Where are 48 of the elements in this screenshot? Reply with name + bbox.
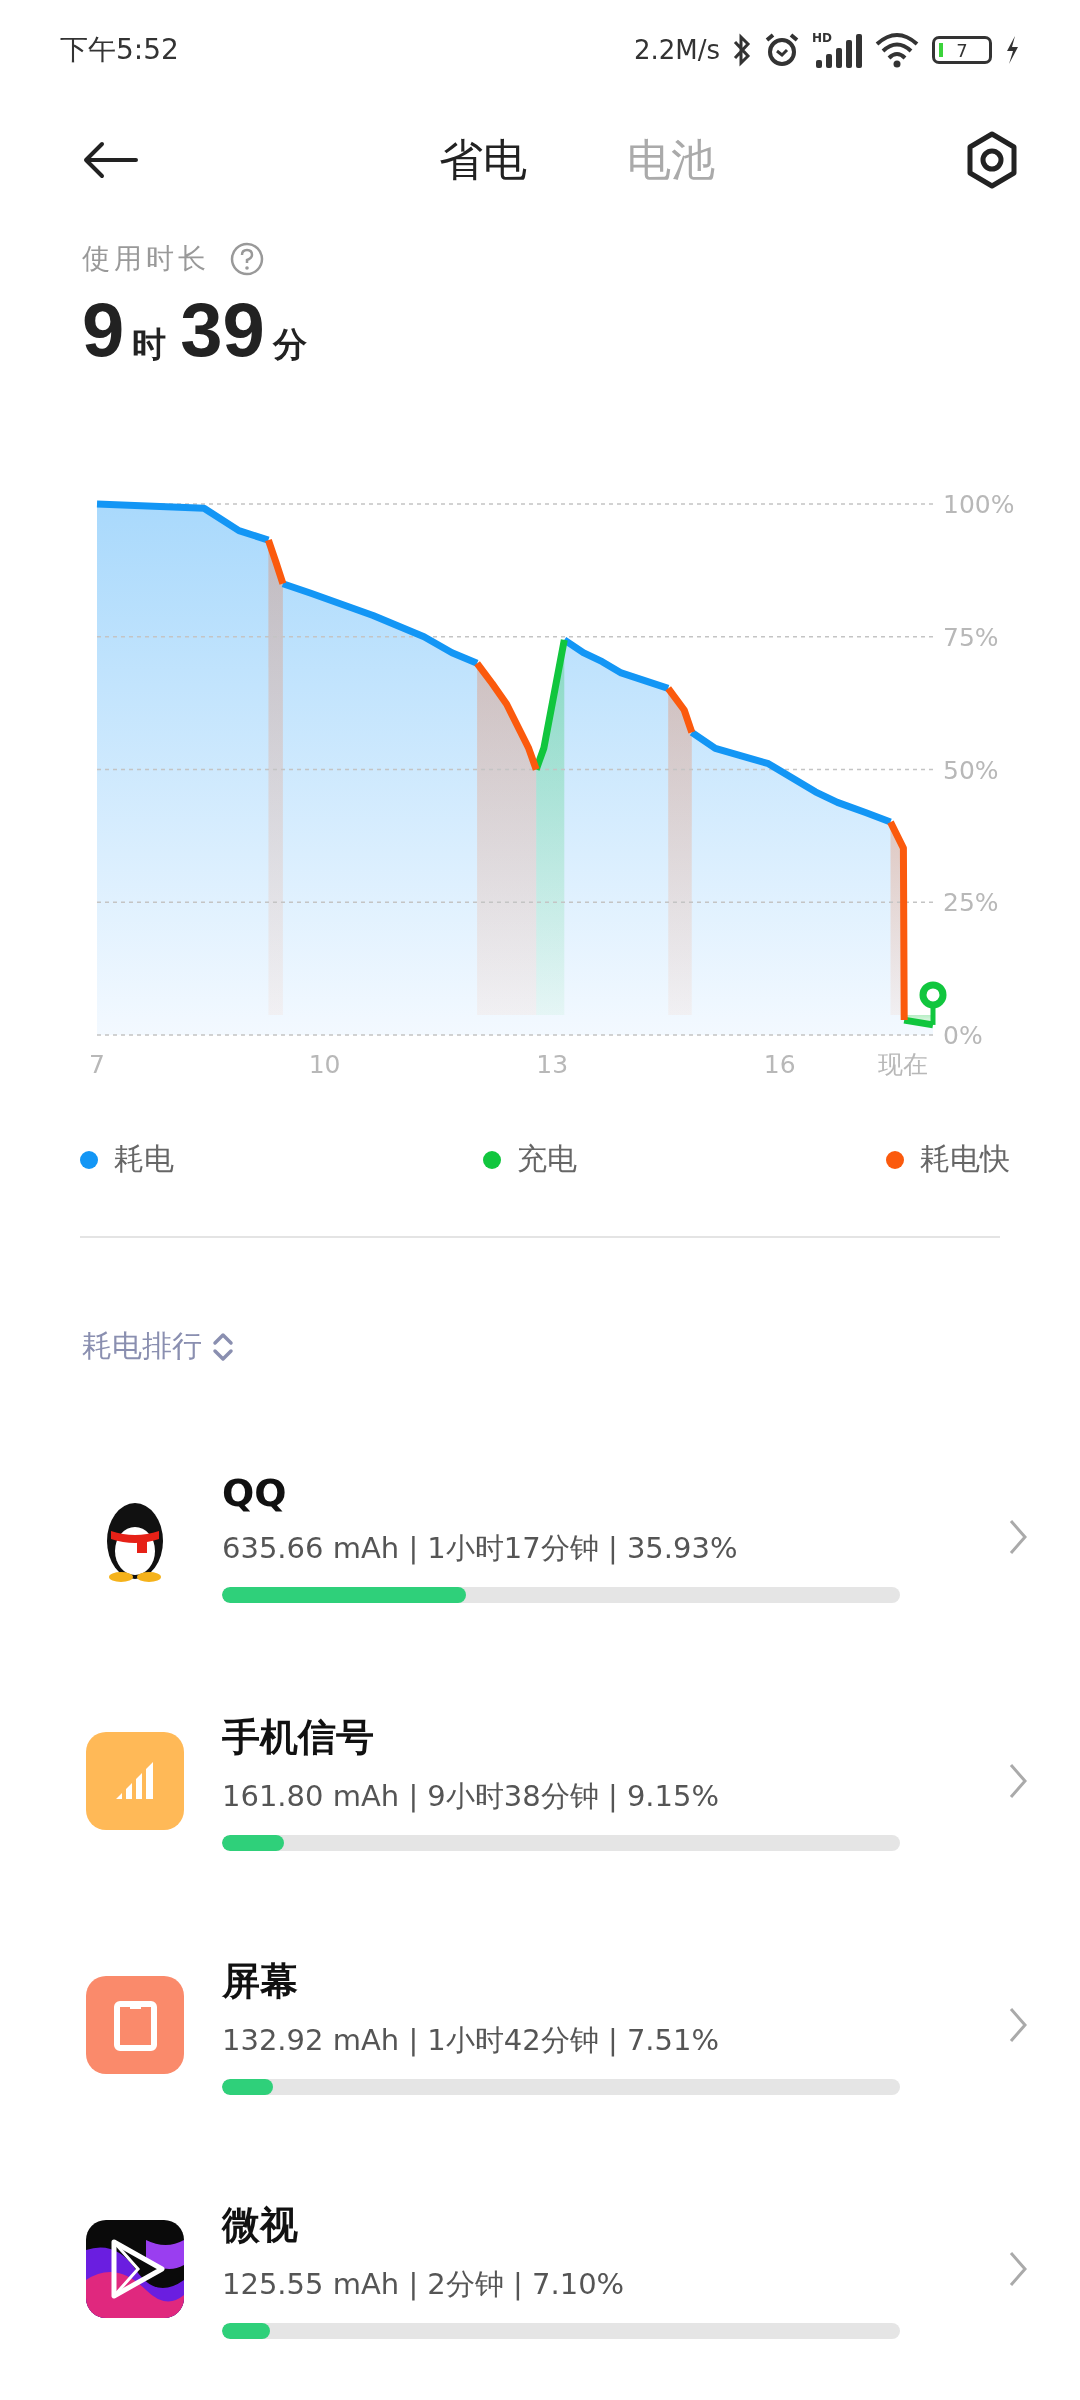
chevron-right-icon bbox=[1008, 1762, 1028, 1800]
y-axis-label: 75% bbox=[943, 622, 999, 652]
hours-value: 9 bbox=[82, 286, 125, 373]
charging-icon bbox=[1004, 35, 1020, 65]
usage-detail: 161.80 mAh | 9小时38分钟 | 9.15% bbox=[222, 1777, 721, 1815]
app-usage-item[interactable]: 微视 125.55 mAh | 2分钟 | 7.10% bbox=[0, 2147, 1080, 2391]
x-axis-label: 现在 bbox=[878, 1050, 929, 1079]
x-axis-label: 16 bbox=[763, 1050, 796, 1079]
y-axis-label: 100% bbox=[943, 490, 1015, 519]
x-axis-label: 10 bbox=[308, 1050, 341, 1079]
app-usage-item[interactable]: QQ 635.66 mAh | 1小时17分钟 | 35.93% bbox=[0, 1415, 1080, 1659]
app-name: 手机信号 bbox=[222, 1713, 375, 1761]
minutes-value: 39 bbox=[180, 286, 265, 373]
usage-label: 使用时长 bbox=[82, 241, 210, 277]
chevron-right-icon bbox=[1008, 2250, 1028, 2288]
chevron-right-icon bbox=[1008, 2006, 1028, 2044]
wifi-icon bbox=[874, 32, 920, 68]
sort-icon bbox=[212, 1330, 234, 1363]
usage-detail: 132.92 mAh | 1小时42分钟 | 7.51% bbox=[222, 2021, 721, 2059]
help-icon[interactable] bbox=[230, 242, 264, 276]
y-axis-label: 25% bbox=[943, 888, 999, 918]
usage-detail: 125.55 mAh | 2分钟 | 7.10% bbox=[222, 2265, 626, 2303]
app-usage-item[interactable]: 屏幕 132.92 mAh | 1小时42分钟 | 7.51% bbox=[0, 1903, 1080, 2147]
legend-label: 充电 bbox=[517, 1140, 577, 1178]
legend-label: 耗电 bbox=[114, 1140, 174, 1178]
battery-icon: 7 bbox=[932, 36, 992, 64]
y-axis-label: 50% bbox=[943, 755, 999, 785]
legend-label: 耗电快 bbox=[920, 1140, 1010, 1178]
bluetooth-icon bbox=[732, 33, 752, 67]
network-speed: 2.2M/s bbox=[633, 35, 720, 65]
app-name: 屏幕 bbox=[222, 1957, 299, 2005]
app-usage-item[interactable]: 手机信号 161.80 mAh | 9小时38分钟 | 9.15% bbox=[0, 1659, 1080, 1903]
x-axis-label: 13 bbox=[536, 1050, 569, 1079]
x-axis-label: 7 bbox=[89, 1050, 105, 1079]
status-time: 下午5:52 bbox=[60, 32, 179, 68]
signal-icon bbox=[86, 1732, 184, 1830]
minutes-unit: 分 bbox=[272, 323, 307, 366]
alarm-icon bbox=[764, 32, 800, 68]
usage-detail: 635.66 mAh | 1小时17分钟 | 35.93% bbox=[222, 1530, 739, 1567]
app-name: QQ bbox=[222, 1471, 288, 1515]
current-level-marker bbox=[919, 981, 947, 1025]
chevron-right-icon bbox=[1008, 1518, 1028, 1556]
tab[interactable]: 省电 bbox=[439, 130, 527, 190]
app-name: 微视 bbox=[222, 2201, 299, 2249]
y-axis-label: 0% bbox=[943, 1021, 983, 1050]
play-icon bbox=[86, 2220, 184, 2318]
hours-unit: 时 bbox=[132, 323, 167, 366]
phone-icon bbox=[86, 1976, 184, 2074]
